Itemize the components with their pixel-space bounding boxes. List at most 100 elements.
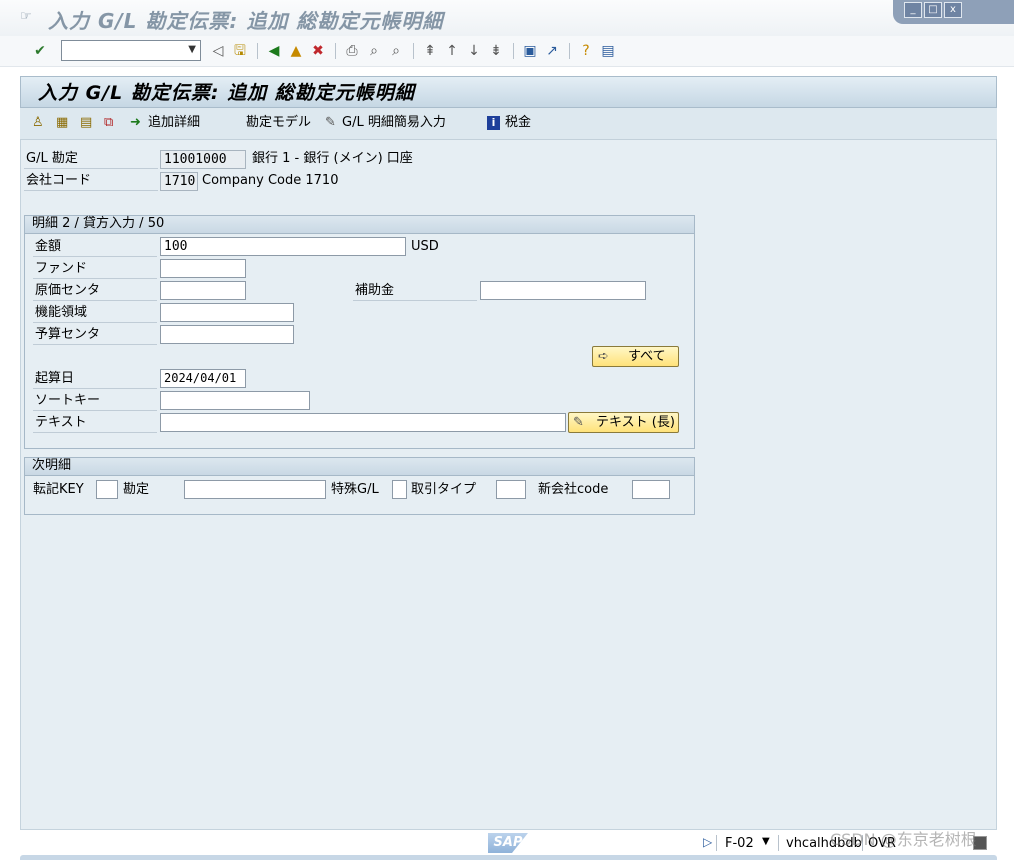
screen-title: 入力 G/L 勘定伝票: 追加 総勘定元帳明細 [38, 82, 415, 104]
label-underline [33, 388, 157, 389]
item-group-title: 明細 2 / 貸方入力 / 50 [32, 216, 165, 231]
functional-area-label: 機能領域 [35, 305, 88, 320]
add-details-icon[interactable]: ➜ [130, 114, 141, 132]
text-input[interactable] [160, 413, 566, 432]
new-session-icon[interactable]: ▣ [521, 42, 539, 60]
layout-menu-icon[interactable]: ▤ [599, 42, 617, 60]
help-icon[interactable]: ? [577, 42, 595, 60]
currency-label: USD [411, 239, 439, 254]
print-icon[interactable]: ⎙ [343, 42, 361, 60]
grant-label: 補助金 [355, 283, 395, 298]
chevron-down-icon[interactable]: ▼ [762, 836, 770, 847]
info-icon[interactable]: i [487, 116, 500, 130]
screen-menu-icon[interactable]: ☞ [20, 10, 34, 24]
find-next-icon[interactable]: ⌕ [387, 42, 405, 60]
next-item-group-header [25, 458, 694, 476]
toolbar-separator [335, 43, 336, 59]
fund-input[interactable] [160, 259, 246, 278]
find-icon[interactable]: ⌕ [365, 42, 383, 60]
text-label: テキスト [35, 415, 87, 430]
amount-input[interactable]: 100 [160, 237, 406, 256]
copy-icon[interactable]: ⧉ [104, 114, 113, 132]
label-underline [24, 190, 158, 191]
transaction-code: F-02 [725, 836, 754, 851]
next-page-icon[interactable]: ↓ [465, 42, 483, 60]
save-icon[interactable]: 🖫 [231, 42, 249, 60]
toolbar-separator [569, 43, 570, 59]
shortcut-icon[interactable]: ↗ [543, 42, 561, 60]
chevron-down-icon[interactable]: ▼ [188, 44, 196, 55]
first-page-icon[interactable]: ⇞ [421, 42, 439, 60]
company-code-field[interactable]: 1710 [160, 172, 198, 191]
label-underline [33, 432, 157, 433]
transaction-type-input[interactable] [496, 480, 526, 499]
cost-center-input[interactable] [160, 281, 246, 300]
status-expand-icon[interactable]: ▷ [703, 835, 712, 849]
next-item-group-title: 次明細 [32, 458, 72, 473]
sort-key-label: ソートキー [35, 393, 101, 408]
new-company-code-label: 新会社code [538, 482, 609, 497]
status-separator [716, 835, 717, 851]
grant-input[interactable] [480, 281, 646, 300]
gl-account-label: G/L 勘定 [26, 151, 78, 166]
label-underline [33, 410, 157, 411]
gl-account-field[interactable]: 11001000 [160, 150, 246, 169]
budget-center-input[interactable] [160, 325, 294, 344]
account-label: 勘定 [123, 482, 150, 497]
label-underline [353, 300, 477, 301]
new-company-code-input[interactable] [632, 480, 670, 499]
minimize-button[interactable]: _ [904, 2, 922, 18]
account-model-button[interactable]: 勘定モデル [246, 114, 311, 132]
label-underline [33, 344, 157, 345]
company-code-description: Company Code 1710 [202, 173, 339, 188]
gl-fast-entry-button[interactable]: G/L 明細簡易入力 [342, 114, 446, 132]
gl-account-description: 銀行 1 - 銀行 (メイン) 口座 [252, 151, 413, 166]
back-arrow-icon[interactable]: ◁ [209, 42, 227, 60]
close-window-button[interactable]: x [944, 2, 962, 18]
watermark: CSDN @东京老树根 [830, 830, 977, 849]
last-page-icon[interactable]: ⇟ [487, 42, 505, 60]
transaction-type-label: 取引タイプ [411, 482, 477, 497]
fund-label: ファンド [35, 261, 88, 276]
status-separator [778, 835, 779, 851]
back-icon[interactable]: ◀ [265, 42, 283, 60]
sort-key-input[interactable] [160, 391, 310, 410]
enter-check-icon[interactable]: ✔ [31, 42, 49, 60]
document-header-icon[interactable]: ▦ [56, 114, 68, 132]
command-field[interactable]: ▼ [61, 40, 201, 61]
label-underline [33, 278, 157, 279]
value-date-label: 起算日 [35, 371, 75, 386]
long-text-button[interactable]: ✎ テキスト (長) [568, 412, 679, 433]
posting-key-label: 転記KEY [33, 482, 84, 497]
amount-label: 金額 [35, 239, 62, 254]
budget-center-label: 予算センタ [35, 327, 101, 342]
toolbar-separator [257, 43, 258, 59]
long-text-button-label: テキスト (長) [596, 415, 675, 430]
fast-entry-icon[interactable]: ✎ [325, 114, 336, 132]
previous-page-icon[interactable]: ↑ [443, 42, 461, 60]
person-icon[interactable]: ♙ [32, 114, 44, 132]
all-button-label: すべて [628, 349, 666, 364]
exit-icon[interactable]: ▲ [287, 42, 305, 60]
special-gl-input[interactable] [392, 480, 407, 499]
status-bar-bottom-edge [20, 855, 997, 860]
toolbar-separator [513, 43, 514, 59]
label-underline [33, 256, 157, 257]
label-underline [33, 322, 157, 323]
account-input[interactable] [184, 480, 326, 499]
cost-center-label: 原価センタ [35, 283, 101, 298]
functional-area-input[interactable] [160, 303, 294, 322]
toolbar-separator [413, 43, 414, 59]
cancel-icon[interactable]: ✖ [309, 42, 327, 60]
previous-item-icon[interactable]: ▤ [80, 114, 92, 132]
label-underline [33, 300, 157, 301]
company-code-label: 会社コード [26, 173, 92, 188]
posting-key-input[interactable] [96, 480, 118, 499]
maximize-button[interactable]: □ [924, 2, 942, 18]
add-details-button[interactable]: 追加詳細 [148, 114, 200, 132]
special-gl-label: 特殊G/L [331, 482, 379, 497]
window-title: 入力 G/L 勘定伝票: 追加 総勘定元帳明細 [48, 9, 444, 33]
tax-button[interactable]: 税金 [505, 114, 531, 132]
value-date-input[interactable]: 2024/04/01 [160, 369, 246, 388]
all-button[interactable]: ➪ すべて [592, 346, 679, 367]
